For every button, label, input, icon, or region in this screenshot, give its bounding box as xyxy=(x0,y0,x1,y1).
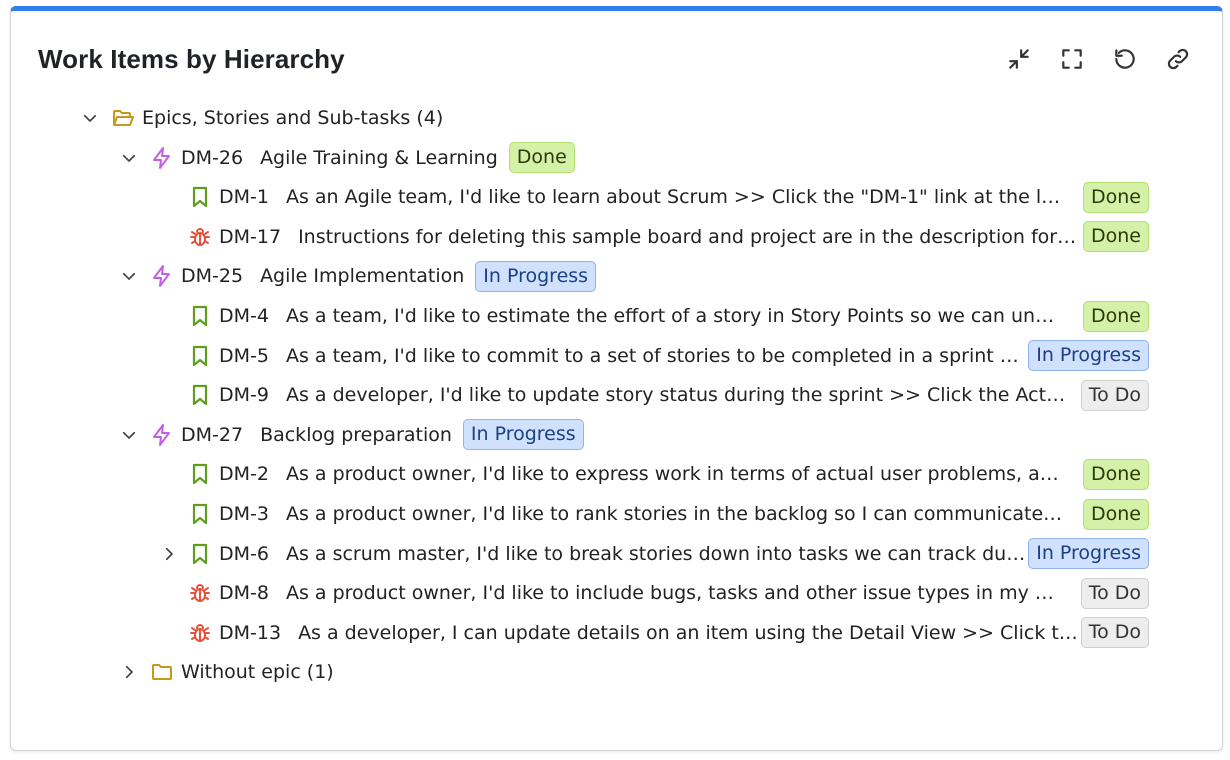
bug-icon xyxy=(185,222,215,252)
bug-icon xyxy=(185,578,215,608)
issue-key[interactable]: DM-6 xyxy=(219,543,269,565)
root-label[interactable]: Epics, Stories and Sub-tasks (4) xyxy=(142,107,443,129)
issue-summary[interactable]: As a scrum master, I'd like to break sto… xyxy=(286,543,1025,565)
issue-summary[interactable]: As a team, I'd like to estimate the effo… xyxy=(286,305,1066,327)
story-icon xyxy=(185,380,215,410)
bug-row[interactable]: DM-8 As a product owner, I'd like to incl… xyxy=(185,573,1149,613)
status-badge[interactable]: In Progress xyxy=(1028,538,1149,570)
issue-key[interactable]: DM-8 xyxy=(219,582,269,604)
story-row[interactable]: DM-4 As a team, I'd like to estimate the … xyxy=(185,296,1149,336)
story-row[interactable]: DM-6 As a scrum master, I'd like to break… xyxy=(165,534,1149,574)
story-icon xyxy=(185,459,215,489)
story-row[interactable]: DM-1 As an Agile team, I'd like to learn … xyxy=(185,177,1149,217)
folder-open-icon xyxy=(108,103,138,133)
bug-row[interactable]: DM-17 Instructions for deleting this samp… xyxy=(185,217,1149,257)
issue-summary[interactable]: Instructions for deleting this sample bo… xyxy=(298,226,1076,248)
story-icon xyxy=(185,341,215,371)
issue-key[interactable]: DM-9 xyxy=(219,384,269,406)
issue-key[interactable]: DM-3 xyxy=(219,503,269,525)
epic-icon xyxy=(147,143,177,173)
story-row[interactable]: DM-2 As a product owner, I'd like to expr… xyxy=(185,454,1149,494)
epic-key[interactable]: DM-27 xyxy=(181,424,243,446)
status-badge[interactable]: Done xyxy=(508,142,575,174)
status-badge[interactable]: Done xyxy=(1083,221,1149,253)
issue-key[interactable]: DM-13 xyxy=(219,622,281,644)
collapse-icon[interactable] xyxy=(1001,41,1037,77)
status-badge[interactable]: In Progress xyxy=(462,419,584,451)
status-badge[interactable]: To Do xyxy=(1080,379,1149,411)
story-icon xyxy=(185,539,215,569)
chevron-down-icon[interactable] xyxy=(117,146,141,170)
link-icon[interactable] xyxy=(1160,41,1196,77)
chevron-right-icon[interactable] xyxy=(117,660,141,684)
story-row[interactable]: DM-5 As a team, I'd like to commit to a s… xyxy=(185,336,1149,376)
panel-actions xyxy=(1001,41,1196,77)
epic-row[interactable]: DM-26 Agile Training & Learning Done xyxy=(117,138,575,178)
status-badge[interactable]: Done xyxy=(1083,181,1149,213)
issue-summary[interactable]: As a product owner, I'd like to rank sto… xyxy=(286,503,1066,525)
fullscreen-icon[interactable] xyxy=(1054,41,1090,77)
status-badge[interactable]: Done xyxy=(1083,300,1149,332)
panel-title: Work Items by Hierarchy xyxy=(38,44,345,74)
epic-summary[interactable]: Agile Training & Learning xyxy=(260,147,498,169)
issue-summary[interactable]: As a team, I'd like to commit to a set o… xyxy=(286,345,1019,367)
refresh-icon[interactable] xyxy=(1107,41,1143,77)
epic-icon xyxy=(147,420,177,450)
chevron-right-icon[interactable] xyxy=(157,542,181,566)
epic-icon xyxy=(147,261,177,291)
chevron-down-icon[interactable] xyxy=(78,106,102,130)
epic-summary[interactable]: Backlog preparation xyxy=(260,424,452,446)
bug-icon xyxy=(185,618,215,648)
status-badge[interactable]: To Do xyxy=(1080,577,1149,609)
epic-summary[interactable]: Agile Implementation xyxy=(260,265,464,287)
story-icon xyxy=(185,499,215,529)
story-row[interactable]: DM-9 As a developer, I'd like to update s… xyxy=(185,375,1149,415)
epic-row[interactable]: DM-25 Agile Implementation In Progress xyxy=(117,256,597,296)
story-icon xyxy=(185,301,215,331)
chevron-down-icon[interactable] xyxy=(117,423,141,447)
issue-key[interactable]: DM-5 xyxy=(219,345,269,367)
status-badge[interactable]: In Progress xyxy=(1028,340,1149,372)
issue-summary[interactable]: As a developer, I can update details on … xyxy=(298,622,1078,644)
issue-summary[interactable]: As a product owner, I'd like to include … xyxy=(286,582,1066,604)
epic-key[interactable]: DM-25 xyxy=(181,265,243,287)
epic-key[interactable]: DM-26 xyxy=(181,147,243,169)
issue-summary[interactable]: As a developer, I'd like to update story… xyxy=(286,384,1066,406)
issue-key[interactable]: DM-17 xyxy=(219,226,281,248)
without-epic-row[interactable]: Without epic (1) xyxy=(117,652,334,692)
bug-row[interactable]: DM-13 As a developer, I can update detail… xyxy=(185,613,1149,653)
story-icon xyxy=(185,182,215,212)
tree-root-row: Epics, Stories and Sub-tasks (4) xyxy=(78,98,443,138)
status-badge[interactable]: To Do xyxy=(1080,617,1149,649)
issue-summary[interactable]: As an Agile team, I'd like to learn abou… xyxy=(286,186,1066,208)
issue-key[interactable]: DM-4 xyxy=(219,305,269,327)
issue-key[interactable]: DM-1 xyxy=(219,186,269,208)
issue-key[interactable]: DM-2 xyxy=(219,463,269,485)
folder-icon xyxy=(147,657,177,687)
status-badge[interactable]: In Progress xyxy=(475,260,597,292)
without-epic-label[interactable]: Without epic (1) xyxy=(181,661,334,683)
issue-summary[interactable]: As a product owner, I'd like to express … xyxy=(286,463,1066,485)
story-row[interactable]: DM-3 As a product owner, I'd like to rank… xyxy=(185,494,1149,534)
chevron-down-icon[interactable] xyxy=(117,264,141,288)
epic-row[interactable]: DM-27 Backlog preparation In Progress xyxy=(117,415,584,455)
status-badge[interactable]: Done xyxy=(1083,458,1149,490)
status-badge[interactable]: Done xyxy=(1083,498,1149,530)
